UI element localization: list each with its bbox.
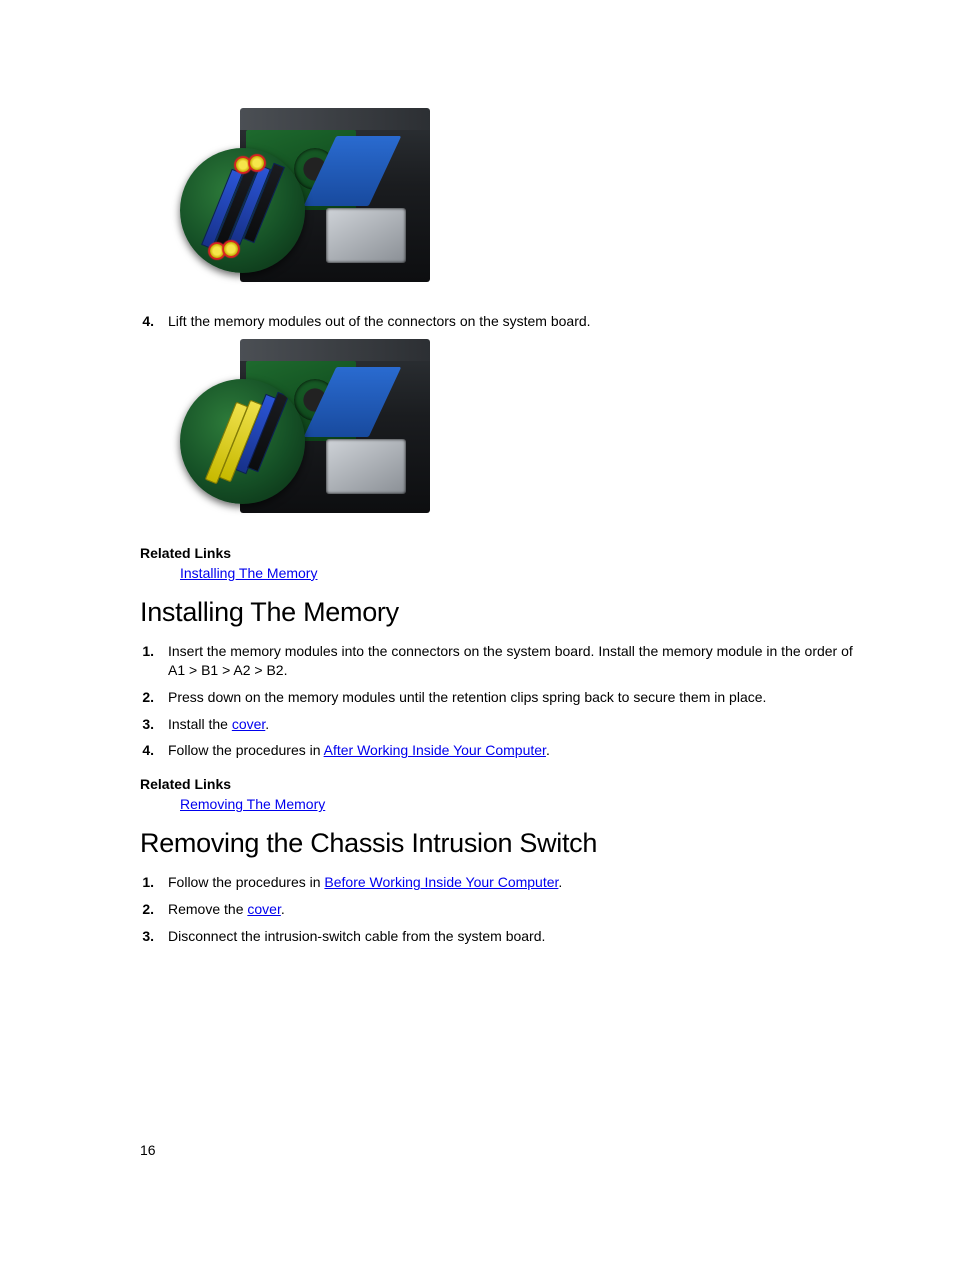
install-step-1: 1. Insert the memory modules into the co… xyxy=(140,642,864,680)
step-number: 4. xyxy=(140,741,154,760)
step-number: 2. xyxy=(140,900,154,919)
link-after-working-inside[interactable]: After Working Inside Your Computer xyxy=(324,742,546,758)
page-number: 16 xyxy=(140,1142,156,1158)
step-text: Insert the memory modules into the conne… xyxy=(168,642,864,680)
install-step-4: 4. Follow the procedures in After Workin… xyxy=(140,741,864,760)
heading-installing-the-memory: Installing The Memory xyxy=(140,597,864,628)
manual-page: 4. Lift the memory modules out of the co… xyxy=(0,0,954,1268)
step-text: Press down on the memory modules until t… xyxy=(168,688,864,707)
link-cover[interactable]: cover xyxy=(247,901,280,917)
step-prefix: Follow the procedures in xyxy=(168,742,324,758)
step-suffix: . xyxy=(558,874,562,890)
step-number: 3. xyxy=(140,927,154,946)
memory-clips-figure xyxy=(180,108,440,298)
step-number: 1. xyxy=(140,642,154,661)
install-step-3: 3. Install the cover. xyxy=(140,715,864,734)
step-number: 2. xyxy=(140,688,154,707)
step-suffix: . xyxy=(265,716,269,732)
step-text: Follow the procedures in Before Working … xyxy=(168,873,864,892)
switch-step-3: 3. Disconnect the intrusion-switch cable… xyxy=(140,927,864,946)
step-text: Lift the memory modules out of the conne… xyxy=(168,312,864,331)
step-prefix: Install the xyxy=(168,716,232,732)
heading-removing-chassis-intrusion-switch: Removing the Chassis Intrusion Switch xyxy=(140,828,864,859)
switch-step-2: 2. Remove the cover. xyxy=(140,900,864,919)
step-text: Follow the procedures in After Working I… xyxy=(168,741,864,760)
step-prefix: Follow the procedures in xyxy=(168,874,324,890)
memory-modules-figure xyxy=(180,339,440,529)
link-cover[interactable]: cover xyxy=(232,716,265,732)
step-suffix: . xyxy=(546,742,550,758)
step-number: 3. xyxy=(140,715,154,734)
link-installing-the-memory[interactable]: Installing The Memory xyxy=(180,565,317,581)
link-removing-the-memory[interactable]: Removing The Memory xyxy=(180,796,325,812)
install-step-2: 2. Press down on the memory modules unti… xyxy=(140,688,864,707)
related-links-heading: Related Links xyxy=(140,776,864,792)
step-text: Install the cover. xyxy=(168,715,864,734)
switch-step-1: 1. Follow the procedures in Before Worki… xyxy=(140,873,864,892)
step-text: Remove the cover. xyxy=(168,900,864,919)
step-prefix: Remove the xyxy=(168,901,247,917)
step-number: 1. xyxy=(140,873,154,892)
step-text: Disconnect the intrusion-switch cable fr… xyxy=(168,927,864,946)
step-suffix: . xyxy=(281,901,285,917)
link-before-working-inside[interactable]: Before Working Inside Your Computer xyxy=(324,874,558,890)
step-number: 4. xyxy=(140,312,154,331)
related-links-heading: Related Links xyxy=(140,545,864,561)
step-4: 4. Lift the memory modules out of the co… xyxy=(140,312,864,331)
